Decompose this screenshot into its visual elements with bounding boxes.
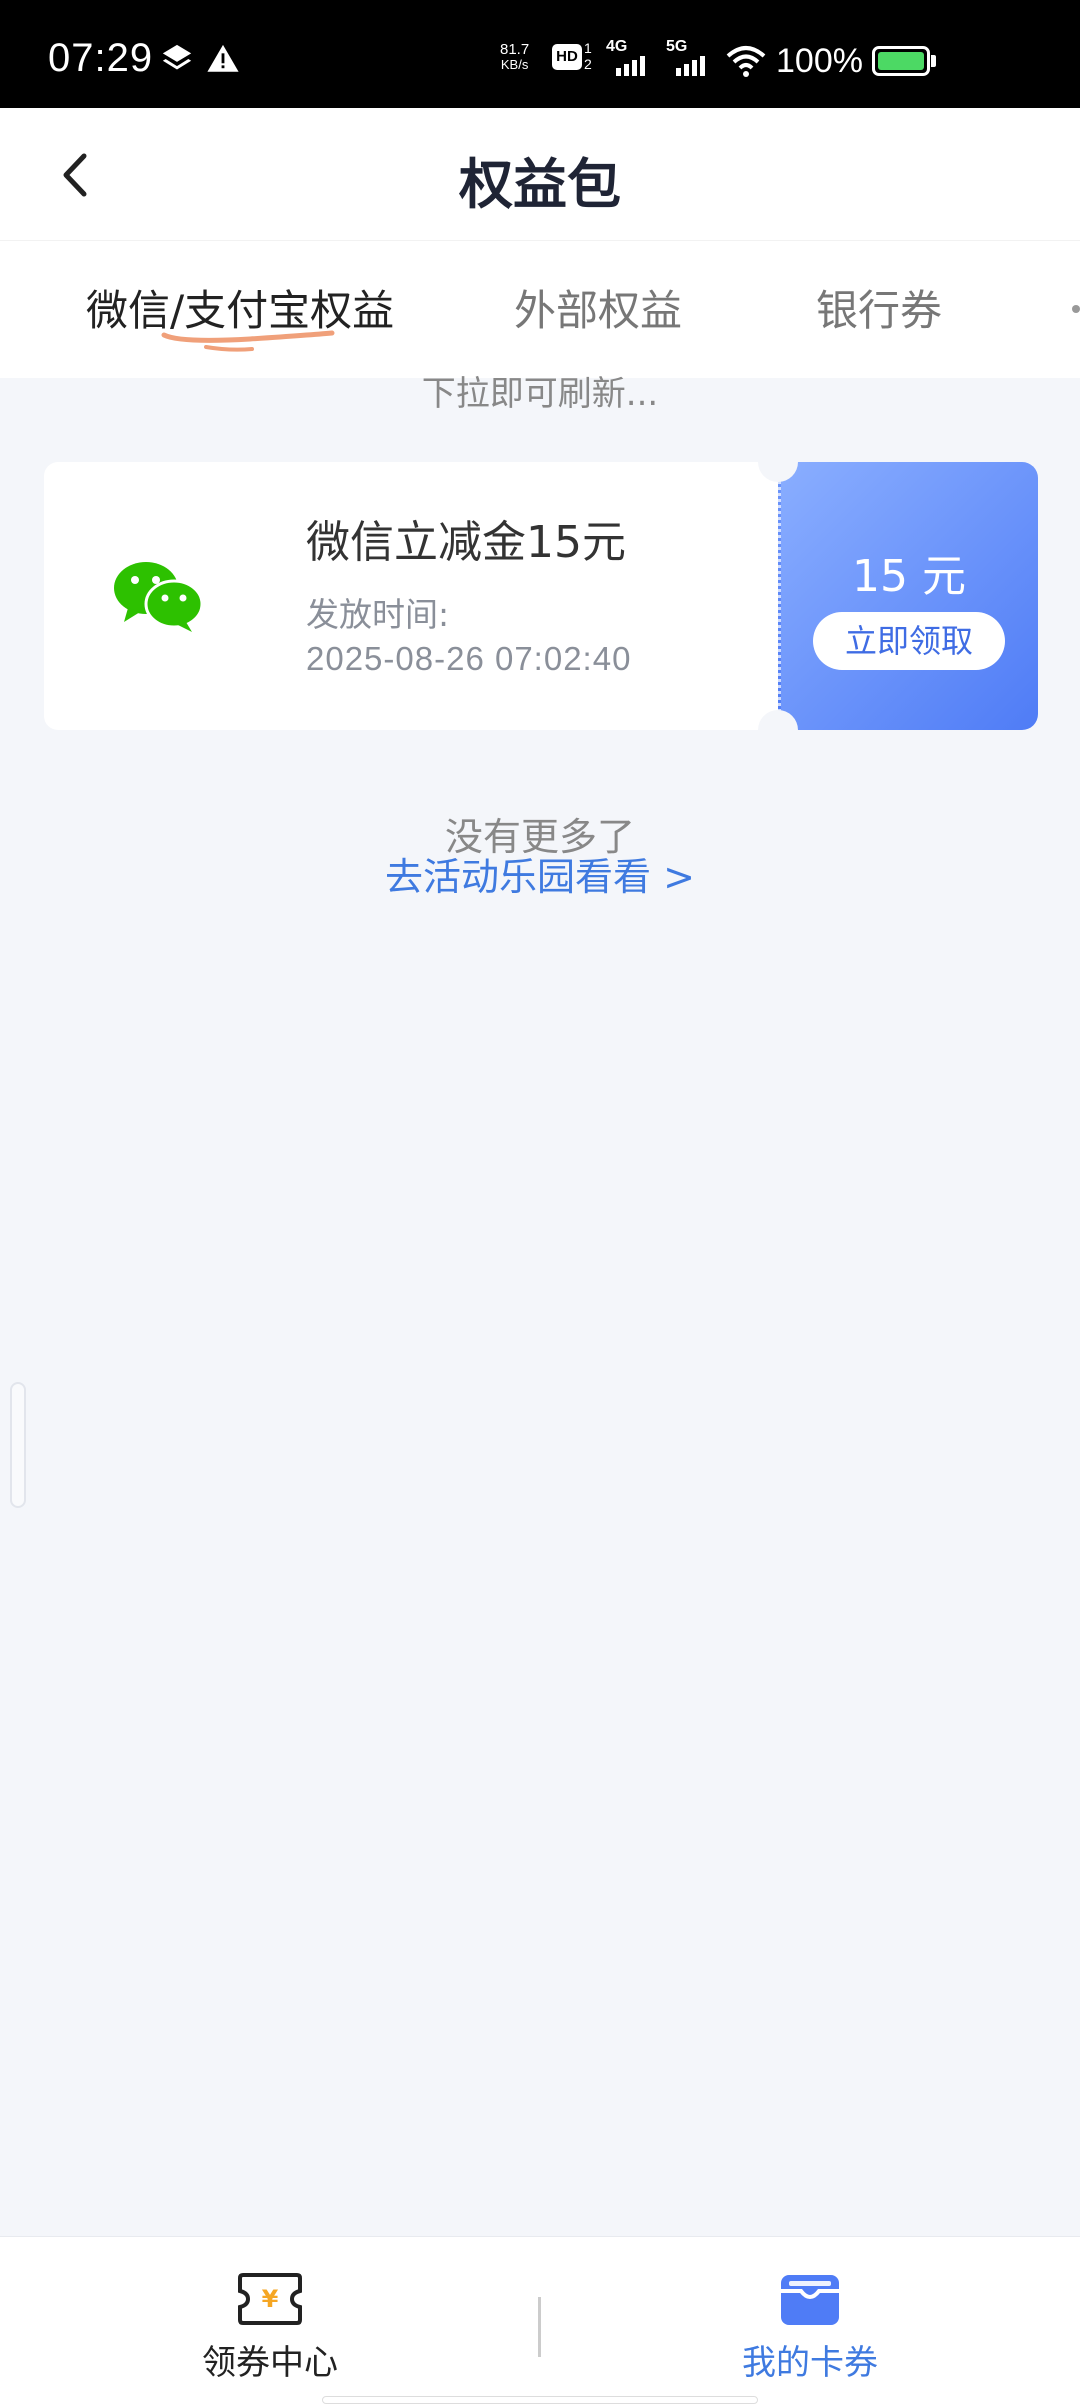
wechat-icon <box>114 562 204 632</box>
status-time: 07:29 <box>48 36 154 80</box>
side-drawer-handle[interactable] <box>10 1382 26 1508</box>
tab-overflow-indicator <box>1072 305 1080 313</box>
nav-coupon-center[interactable]: ¥ 领券中心 <box>140 2271 400 2384</box>
page-title: 权益包 <box>459 153 621 216</box>
coupon-yen-icon: ¥ <box>238 2273 302 2325</box>
signal-icon <box>616 56 645 76</box>
tab-bank-coupons[interactable]: 银行券 <box>816 277 942 338</box>
coupon-card[interactable]: 微信立减金15元 发放时间: 2025-08-26 07:02:40 15 元 … <box>44 442 1038 750</box>
nav-divider <box>538 2297 541 2357</box>
wifi-icon <box>726 46 766 77</box>
header: 权益包 <box>0 108 1080 240</box>
net-speed-value: 81.7 <box>500 41 530 58</box>
activity-park-link[interactable]: 去活动乐园看看 > <box>0 846 1080 901</box>
warning-icon <box>207 44 239 72</box>
nav-my-coupons[interactable]: 我的卡券 <box>680 2271 940 2384</box>
battery-icon <box>872 46 930 76</box>
card-notch-bottom <box>758 710 798 750</box>
coupon-amount: 15 元 <box>852 551 966 602</box>
coupon-title: 微信立减金15元 <box>306 517 626 568</box>
battery-cap <box>931 55 936 67</box>
coupon-time: 2025-08-26 07:02:40 <box>306 640 632 677</box>
tab-external[interactable]: 外部权益 <box>514 277 682 338</box>
hd-badge: HD <box>552 44 582 70</box>
net-speed-unit: KB/s <box>500 57 529 72</box>
hd-sub-label: 1 2 <box>584 40 592 72</box>
coupon-time-label: 发放时间: <box>306 595 450 634</box>
svg-text:¥: ¥ <box>262 2285 279 2313</box>
battery-percent: 100% <box>776 42 863 80</box>
layers-icon <box>162 44 192 70</box>
network-4g-label: 4G <box>606 38 628 55</box>
tab-bar: 微信/支付宝权益 外部权益 银行券 <box>0 240 1080 378</box>
coupon-card-body: 微信立减金15元 发放时间: 2025-08-26 07:02:40 <box>44 462 778 730</box>
tab-active-indicator <box>161 330 335 352</box>
bottom-nav: ¥ 领券中心 我的卡券 <box>0 2236 1080 2408</box>
nav-coupon-center-label: 领券中心 <box>202 2343 338 2383</box>
status-bar: 07:29 81.7 KB/s HD 1 2 4G 5G 100% <box>0 0 1080 108</box>
wallet-icon <box>781 2275 839 2325</box>
card-notch-top <box>758 442 798 482</box>
signal-icon-2 <box>676 56 705 76</box>
claim-button[interactable]: 立即领取 <box>813 612 1005 670</box>
home-indicator[interactable] <box>322 2396 758 2404</box>
network-5g-label: 5G <box>666 38 688 55</box>
coupon-card-stub: 15 元 立即领取 <box>778 462 1038 730</box>
pull-to-refresh-hint: 下拉即可刷新... <box>421 374 659 414</box>
nav-my-coupons-label: 我的卡券 <box>742 2343 878 2383</box>
net-speed: 81.7 KB/s <box>500 42 529 72</box>
